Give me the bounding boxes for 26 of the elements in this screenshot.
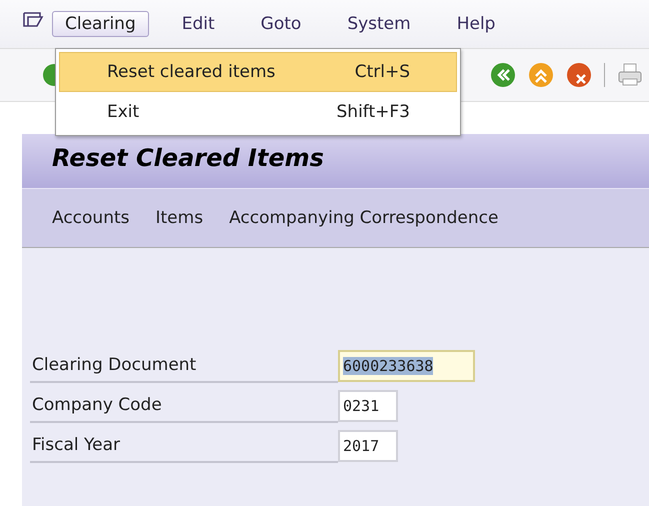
screen-title: Reset Cleared Items — [52, 144, 324, 172]
entry-label: Reset cleared items — [107, 62, 276, 82]
cancel-icon[interactable] — [566, 62, 592, 88]
menu-item[interactable]: Clearing — [52, 11, 149, 37]
shortcut-text: Ctrl+S — [354, 62, 410, 82]
input-field[interactable]: 2017 — [338, 430, 398, 462]
field-label: Clearing Document — [30, 349, 338, 383]
field-label: Company Code — [30, 389, 338, 423]
toolbar-button[interactable]: Items — [150, 204, 210, 232]
entry-label: Exit — [107, 102, 140, 122]
shortcut-text: Shift+F3 — [336, 102, 410, 122]
menu-item[interactable]: Help — [444, 11, 508, 37]
exit-icon[interactable] — [528, 62, 554, 88]
field-label: Fiscal Year — [30, 429, 338, 463]
back-icon[interactable] — [490, 62, 516, 88]
menu-item[interactable]: System — [334, 11, 424, 37]
printer-icon[interactable] — [617, 62, 643, 88]
menu-icon[interactable] — [22, 11, 44, 29]
menu-item[interactable]: Edit — [168, 11, 228, 37]
menu-item[interactable]: Goto — [248, 11, 314, 37]
input-field[interactable]: 0231 — [338, 390, 398, 422]
menu-entry[interactable]: Reset cleared items Ctrl+S — [59, 52, 457, 92]
input-field[interactable]: 6000233638 — [338, 350, 475, 382]
toolbar-button[interactable]: Accompanying Correspondence — [223, 204, 504, 232]
menu-entry[interactable]: Exit Shift+F3 — [59, 92, 457, 132]
toolbar-button[interactable]: Accounts — [46, 204, 136, 232]
